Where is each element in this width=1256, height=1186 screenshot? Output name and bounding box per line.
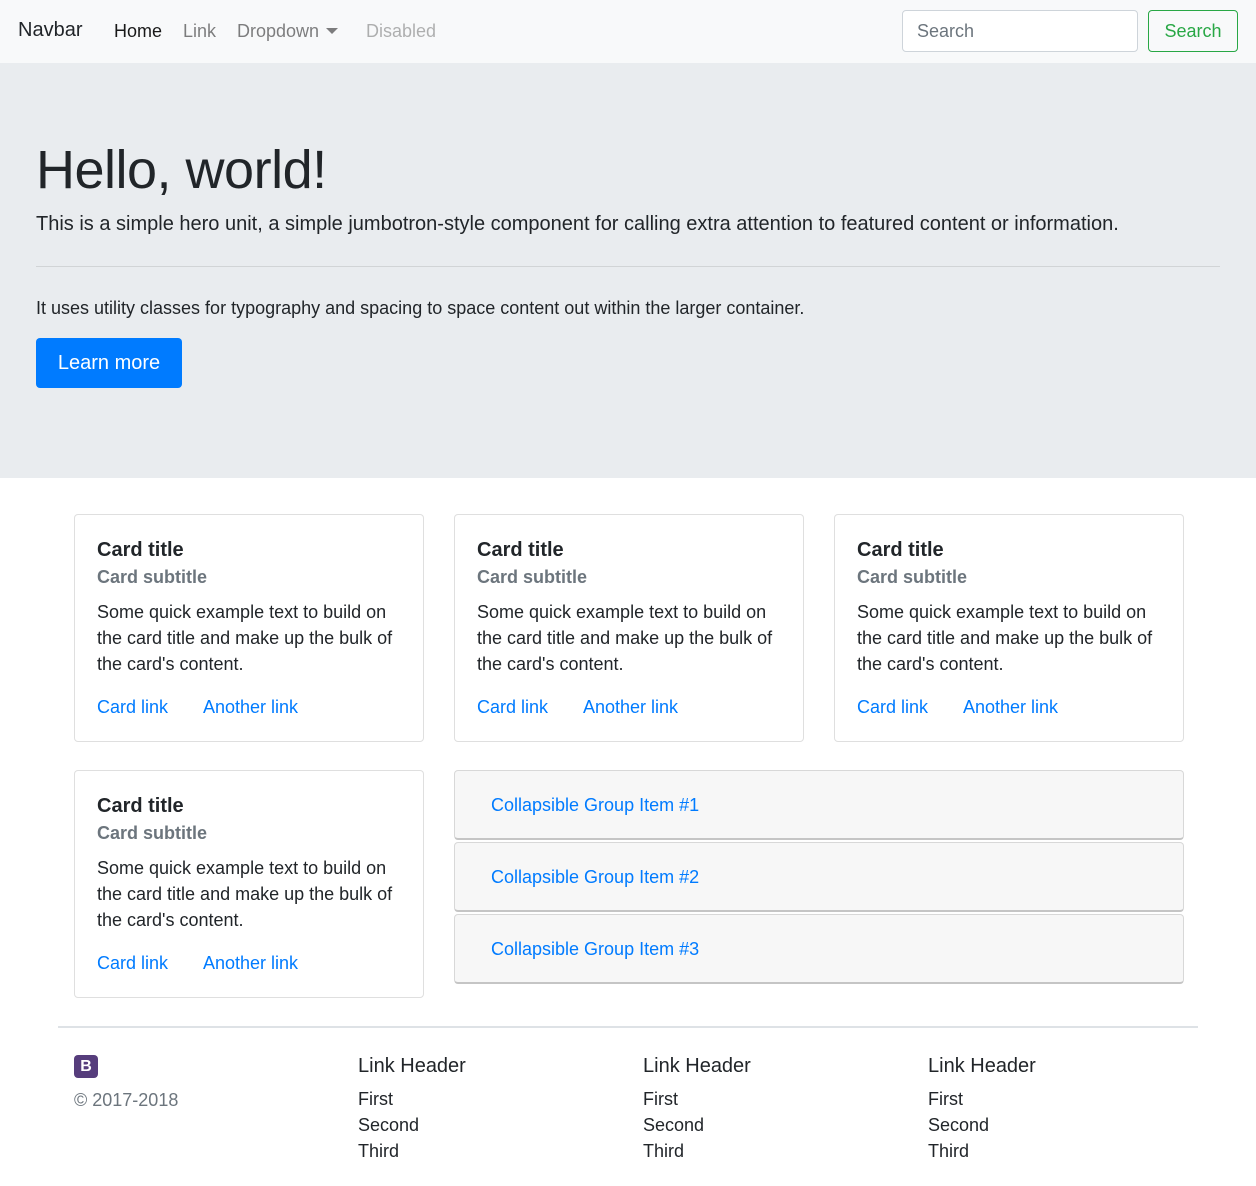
- card-text: Some quick example text to build on the …: [857, 602, 1153, 674]
- nav-link-home[interactable]: Home: [114, 21, 162, 42]
- card-subtitle: Card subtitle: [857, 567, 968, 587]
- nav-link-link[interactable]: Link: [183, 21, 216, 42]
- footer-divider: [58, 1026, 1198, 1028]
- footer-link-second[interactable]: Second: [643, 1112, 751, 1138]
- hero-text: It uses utility classes for typography a…: [36, 298, 805, 318]
- copyright: © 2017-2018: [74, 1090, 179, 1110]
- card-link[interactable]: Card link: [477, 697, 548, 718]
- card-title: Card title: [477, 539, 564, 561]
- footer-link-first[interactable]: First: [643, 1086, 751, 1112]
- card-text: Some quick example text to build on the …: [97, 858, 393, 930]
- navbar-brand[interactable]: Navbar: [18, 19, 82, 42]
- nav-dropdown-label: Dropdown: [237, 21, 320, 41]
- footer-link-second[interactable]: Second: [928, 1112, 1036, 1138]
- card-title: Card title: [97, 795, 184, 817]
- card-title: Card title: [857, 539, 944, 561]
- nav-link-disabled: Disabled: [366, 21, 437, 41]
- accordion-item-1[interactable]: Collapsible Group Item #1: [454, 770, 1184, 840]
- card-text: Some quick example text to build on the …: [97, 602, 393, 674]
- footer-link-first[interactable]: First: [358, 1086, 466, 1112]
- accordion-toggle-2[interactable]: Collapsible Group Item #2: [491, 867, 699, 888]
- accordion-item-3[interactable]: Collapsible Group Item #3: [454, 914, 1184, 984]
- card-subtitle: Card subtitle: [97, 567, 208, 587]
- footer-link-third[interactable]: Third: [928, 1138, 1036, 1164]
- card: Card title Card subtitle Some quick exam…: [834, 514, 1184, 742]
- footer-link-second[interactable]: Second: [358, 1112, 466, 1138]
- hero-title: Hello, world!: [36, 140, 327, 200]
- jumbotron: Hello, world! This is a simple hero unit…: [0, 63, 1256, 478]
- learn-more-button[interactable]: Learn more: [36, 338, 182, 388]
- footer-column: Link Header First Second Third: [928, 1055, 1036, 1164]
- card-another-link[interactable]: Another link: [963, 697, 1058, 718]
- card-another-link[interactable]: Another link: [203, 697, 298, 718]
- footer-link-header: Link Header: [928, 1055, 1036, 1077]
- card-link[interactable]: Card link: [857, 697, 928, 718]
- card-another-link[interactable]: Another link: [583, 697, 678, 718]
- search-input[interactable]: [902, 10, 1138, 52]
- card-text: Some quick example text to build on the …: [477, 602, 773, 674]
- card: Card title Card subtitle Some quick exam…: [454, 514, 804, 742]
- accordion-toggle-1[interactable]: Collapsible Group Item #1: [491, 795, 699, 816]
- card-subtitle: Card subtitle: [97, 823, 208, 843]
- footer-column: Link Header First Second Third: [358, 1055, 466, 1164]
- navbar: Navbar Home Link Dropdown Disabled Searc…: [0, 0, 1256, 63]
- chevron-down-icon: [326, 28, 339, 34]
- card-another-link[interactable]: Another link: [203, 953, 298, 974]
- hero-divider: [36, 266, 1220, 267]
- search-button[interactable]: Search: [1148, 10, 1238, 52]
- accordion-toggle-3[interactable]: Collapsible Group Item #3: [491, 939, 699, 960]
- bootstrap-logo-icon: B: [74, 1055, 98, 1078]
- accordion-item-2[interactable]: Collapsible Group Item #2: [454, 842, 1184, 912]
- footer-link-header: Link Header: [643, 1055, 751, 1077]
- card-title: Card title: [97, 539, 184, 561]
- card-subtitle: Card subtitle: [477, 567, 588, 587]
- footer-link-third[interactable]: Third: [643, 1138, 751, 1164]
- card-link[interactable]: Card link: [97, 953, 168, 974]
- footer-link-header: Link Header: [358, 1055, 466, 1077]
- nav-link-dropdown[interactable]: Dropdown: [237, 21, 339, 42]
- card-link[interactable]: Card link: [97, 697, 168, 718]
- footer-link-third[interactable]: Third: [358, 1138, 466, 1164]
- card: Card title Card subtitle Some quick exam…: [74, 770, 424, 998]
- hero-lead: This is a simple hero unit, a simple jum…: [36, 213, 1119, 235]
- card: Card title Card subtitle Some quick exam…: [74, 514, 424, 742]
- footer-column: Link Header First Second Third: [643, 1055, 751, 1164]
- footer-link-first[interactable]: First: [928, 1086, 1036, 1112]
